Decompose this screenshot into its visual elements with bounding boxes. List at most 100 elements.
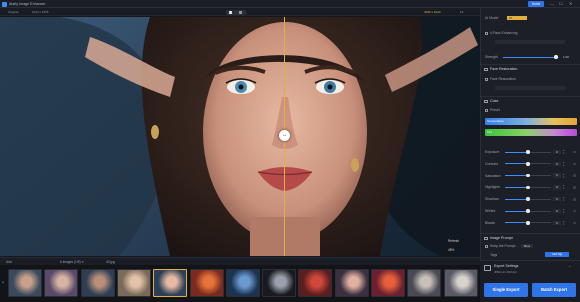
slider-knob[interactable] [526, 150, 530, 154]
scroll-left-icon[interactable]: ‹ [0, 269, 6, 297]
thumbnail[interactable] [116, 269, 151, 297]
side-by-side-icon[interactable] [239, 10, 242, 14]
export-settings-title[interactable]: Export Settings [494, 264, 518, 268]
tint-gradient[interactable]: Tint [485, 129, 577, 136]
thumbnail[interactable] [153, 269, 188, 297]
stepper-icon[interactable]: ▴ ▾ [563, 173, 564, 179]
color-section[interactable]: Color [481, 96, 580, 104]
home-button[interactable]: Home [528, 1, 544, 7]
face-restoration-section[interactable]: Face Restoration [481, 64, 580, 72]
thumbnail[interactable] [225, 269, 260, 297]
thumbnail[interactable] [334, 269, 369, 297]
slider-knob[interactable] [526, 197, 530, 201]
preset-row[interactable]: Preset [485, 107, 577, 113]
zoom-fit-label[interactable]: Fit [460, 10, 463, 14]
maximize-icon[interactable]: ☐ [559, 1, 563, 6]
slider-knob[interactable] [526, 220, 530, 225]
single-export-button[interactable]: Single Export [484, 283, 528, 297]
preset-label: Preset [490, 108, 500, 112]
keep-prompt-row[interactable]: Keep the Prompt More [485, 243, 577, 249]
slider-knob[interactable] [526, 209, 530, 213]
preset-checkbox[interactable] [485, 108, 488, 112]
image-canvas[interactable]: ↔ Refresh 48% [0, 17, 480, 256]
slider-knob[interactable] [526, 161, 530, 166]
thumbnail[interactable] [371, 269, 405, 297]
thumbnail[interactable] [298, 269, 333, 297]
split-handle-icon[interactable]: ↔ [279, 130, 290, 141]
thumbnail[interactable] [189, 269, 224, 297]
reset-icon[interactable] [573, 174, 576, 177]
slider-fill [505, 163, 528, 165]
reset-icon[interactable] [573, 150, 576, 154]
strength-knob[interactable] [554, 55, 558, 59]
slider-label: Exposure [485, 150, 500, 154]
prompt-icon [484, 236, 488, 240]
slider-row: Exposure 0 ▴ ▾ [485, 149, 577, 155]
face-restoration-checkbox[interactable] [485, 77, 488, 81]
slider-knob[interactable] [526, 185, 530, 190]
batch-export-button[interactable]: Batch Export [532, 283, 576, 297]
slider-fill [505, 198, 528, 200]
stepper-icon[interactable]: ▴ ▾ [563, 196, 564, 202]
output-dimensions: 4096 x 6144 [424, 10, 441, 14]
keep-prompt-checkbox[interactable] [485, 244, 488, 248]
stepper-icon[interactable]: ▴ ▾ [563, 208, 564, 214]
filmstrip[interactable]: ‹ › [0, 265, 480, 302]
image-count: 6 Images (1/9) ✕ [60, 260, 85, 264]
slider-value[interactable]: 0 [553, 196, 561, 202]
color-icon [484, 99, 488, 103]
zoom-level[interactable]: 48% [446, 247, 457, 253]
close-icon[interactable]: ✕ [569, 1, 572, 6]
slider-row: Blacks 0 ▴ ▾ [485, 220, 577, 226]
slider-value[interactable]: 0 [553, 161, 561, 166]
stepper-icon[interactable]: ▴ ▾ [563, 184, 564, 190]
stepper-icon[interactable]: ▴ ▾ [563, 220, 564, 226]
strength-row: Strength 1.00 [485, 54, 577, 60]
add-tag-button[interactable]: Add Tag [545, 252, 569, 257]
thumbnail[interactable] [443, 269, 478, 297]
slider-value[interactable]: 0 [553, 185, 561, 190]
thumbnail[interactable] [8, 269, 42, 297]
refresh-button[interactable]: Refresh [446, 238, 462, 244]
slider-value[interactable]: 0 [553, 173, 561, 178]
thumbnail[interactable] [44, 269, 79, 297]
thumbnail[interactable] [80, 269, 115, 297]
face-model-field[interactable] [495, 86, 565, 90]
four-pass-row[interactable]: 4-Pass Enhancing [485, 30, 577, 36]
image-prompt-section[interactable]: Image Prompt [481, 233, 580, 241]
split-view-icon[interactable] [229, 10, 232, 14]
reset-icon[interactable] [573, 209, 576, 213]
filmstrip-toolbar: Add 6 Images (1/9) ✕ 42.jpg [0, 257, 480, 265]
slider-value[interactable]: 0 [553, 149, 561, 155]
ai-model-select[interactable]: v2 [507, 16, 527, 20]
reset-icon[interactable] [573, 186, 576, 189]
mode-field[interactable] [495, 40, 565, 44]
thumbnail[interactable] [262, 269, 297, 297]
slider-value[interactable]: 0 [553, 208, 561, 214]
temperature-gradient[interactable]: Temperature [485, 118, 577, 125]
slider-row: Shadows 0 ▴ ▾ [485, 196, 577, 202]
four-pass-checkbox[interactable] [485, 31, 488, 35]
compare-mode-toggle[interactable] [226, 9, 246, 15]
more-button[interactable]: More [521, 244, 533, 248]
stepper-icon[interactable]: ▴ ▾ [563, 161, 564, 167]
slider-row: Whites 0 ▴ ▾ [485, 208, 577, 214]
compare-toolbar: Original 1024 x 1536 4096 x 6144 Fit [0, 8, 480, 16]
stepper-icon[interactable]: ▴ ▾ [563, 149, 564, 155]
slider-fill [505, 210, 528, 212]
minimize-icon[interactable]: — [550, 1, 554, 6]
thumbnail[interactable] [407, 269, 442, 297]
ai-model-label: AI Model [485, 16, 499, 20]
tags-label: Tags [490, 253, 498, 257]
slider-knob[interactable] [526, 173, 530, 178]
face-restoration-option-row[interactable]: Face Restoration [485, 76, 577, 82]
slider-value[interactable]: 0 [553, 220, 561, 225]
reset-icon[interactable] [573, 162, 576, 166]
strength-fill [503, 56, 557, 58]
reset-icon[interactable] [573, 221, 576, 225]
slider-label: Blacks [485, 220, 495, 225]
add-images-button[interactable]: Add [6, 260, 12, 264]
expand-chevron-icon[interactable]: ⌃ [568, 265, 571, 270]
reset-icon[interactable] [573, 197, 576, 201]
original-dimensions: 1024 x 1536 [32, 10, 49, 14]
